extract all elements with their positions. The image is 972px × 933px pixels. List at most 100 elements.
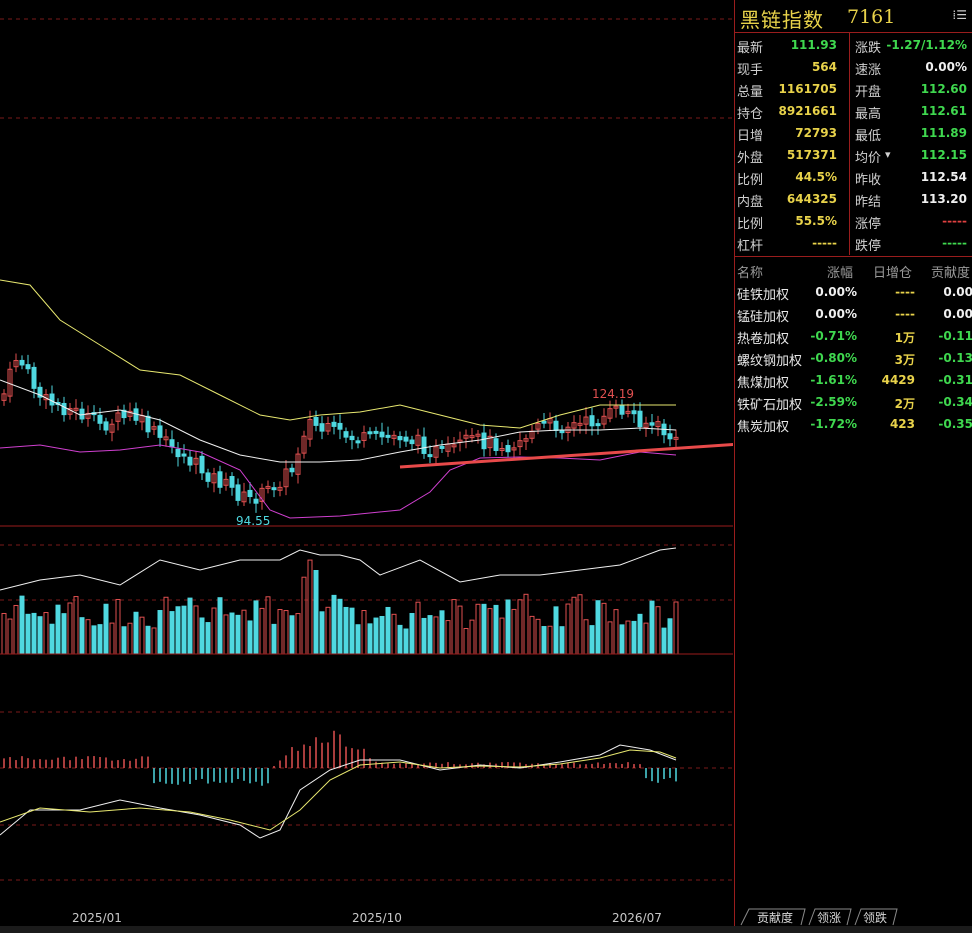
candle: [271, 487, 277, 491]
contrib-row[interactable]: 锰硅加权 0.00% ---- 0.00: [735, 304, 972, 326]
quote-value: 55.5%: [795, 214, 837, 228]
quote-value: 0.00%: [925, 60, 967, 74]
col-change-header[interactable]: 涨幅: [827, 262, 853, 281]
col-position-header[interactable]: 日增仓: [873, 262, 912, 281]
candle: [439, 445, 445, 449]
volume-bar: [367, 623, 373, 655]
quote-value: 111.89: [920, 126, 967, 140]
candle: [343, 431, 349, 438]
volume-bar: [151, 627, 157, 655]
grid-menu-icon[interactable]: ⁞☰: [952, 9, 967, 21]
volume-bar: [247, 620, 253, 655]
volume-bar: [223, 614, 229, 655]
volume-bar: [475, 603, 481, 655]
volume-bar: [199, 617, 205, 655]
contrib-row[interactable]: 铁矿石加权 -2.59% 2万 -0.34: [735, 392, 972, 414]
volume-bar: [517, 599, 523, 655]
kline-chart[interactable]: 124.19 94.55: [0, 0, 733, 933]
quote-value: 112.61: [920, 104, 967, 118]
kline-chart-area[interactable]: 124.19 94.55 2025/01 2025/10 2026/07: [0, 0, 733, 933]
contrib-row[interactable]: 焦炭加权 -1.72% 423 -0.35: [735, 414, 972, 436]
volume-bar: [145, 625, 151, 655]
candle: [631, 410, 637, 415]
candle: [319, 423, 325, 432]
contrib-contribution: 0.00: [943, 285, 972, 299]
volume-bar: [139, 616, 145, 655]
tab-top-gainers[interactable]: 领涨: [817, 909, 841, 926]
candle: [559, 430, 565, 434]
candle: [61, 402, 67, 416]
volume-bar: [583, 619, 589, 655]
candle: [553, 420, 559, 431]
quote-label: 昨结: [855, 195, 882, 210]
candle: [637, 410, 643, 428]
volume-bar: [673, 601, 679, 655]
candle: [397, 436, 403, 441]
title-bar: 黑链指数 7161 ⁞☰: [735, 0, 972, 33]
volume-bar: [1, 612, 7, 655]
date-label: 2025/01: [72, 911, 122, 925]
tab-contribution[interactable]: 贡献度: [757, 909, 793, 926]
caret-down-icon[interactable]: ▾: [885, 148, 891, 161]
volume-bar: [67, 602, 73, 655]
volume-bar: [121, 626, 127, 655]
quote-label: 持仓: [737, 107, 764, 122]
date-label: 2025/10: [352, 911, 402, 925]
contrib-row[interactable]: 热卷加权 -0.71% 1万 -0.11: [735, 326, 972, 348]
volume-bar: [355, 624, 361, 655]
quote-value: -----: [812, 236, 837, 250]
contrib-row[interactable]: 焦煤加权 -1.61% 4429 -0.31: [735, 370, 972, 392]
quote-label: 涨停: [855, 217, 882, 232]
volume-bar: [541, 626, 547, 655]
quote-value: 112.60: [920, 82, 967, 96]
candle: [103, 421, 109, 431]
contrib-position-change: 3万: [894, 353, 915, 367]
candle: [247, 489, 253, 498]
quote-value: 1161705: [778, 82, 837, 96]
volume-bar: [667, 618, 673, 655]
volume-bar: [619, 624, 625, 655]
quote-value: 44.5%: [795, 170, 837, 184]
quote-label: 最高: [855, 107, 882, 122]
volume-bar: [607, 621, 613, 655]
contrib-change: -1.72%: [810, 417, 857, 431]
candle: [169, 439, 175, 448]
volume-bar: [589, 625, 595, 655]
volume-bar: [283, 610, 289, 655]
volume-bar: [259, 607, 265, 655]
candle: [337, 422, 343, 430]
candle: [619, 404, 625, 415]
quote-value: 112.54: [920, 170, 967, 184]
volume-bar: [481, 603, 487, 655]
quote-label: 开盘: [855, 85, 882, 100]
volume-bar: [55, 604, 61, 655]
candle: [595, 423, 601, 427]
open-interest-line: [0, 547, 677, 591]
volume-bar: [385, 606, 391, 655]
contrib-position-change: ----: [895, 307, 915, 321]
candle: [355, 440, 361, 444]
quote-value: 111.93: [790, 38, 837, 52]
candle: [421, 436, 427, 454]
tab-top-losers[interactable]: 领跌: [863, 909, 887, 926]
candle: [331, 421, 337, 427]
quote-value: 8921661: [778, 104, 837, 118]
volume-bar: [79, 617, 85, 655]
volume-bar: [493, 604, 499, 655]
contrib-position-change: ----: [895, 285, 915, 299]
volume-bar: [409, 612, 415, 655]
candle: [481, 432, 487, 450]
candle: [145, 415, 151, 433]
col-contribution-header[interactable]: 贡献度: [931, 262, 970, 281]
contrib-row[interactable]: 硅铁加权 0.00% ---- 0.00: [735, 282, 972, 304]
quote-row: 现手 564 速涨 0.00%: [735, 57, 972, 79]
candle: [505, 445, 511, 453]
candle: [427, 454, 433, 458]
contrib-row[interactable]: 螺纹钢加权 -0.80% 3万 -0.13: [735, 348, 972, 370]
volume-bar: [115, 598, 121, 655]
quote-label: 总量: [737, 85, 764, 100]
contract-code: 7161: [847, 6, 896, 28]
volume-bar: [469, 619, 475, 655]
col-name-header[interactable]: 名称: [737, 262, 763, 281]
quote-row: 比例 55.5% 涨停 -----: [735, 211, 972, 233]
